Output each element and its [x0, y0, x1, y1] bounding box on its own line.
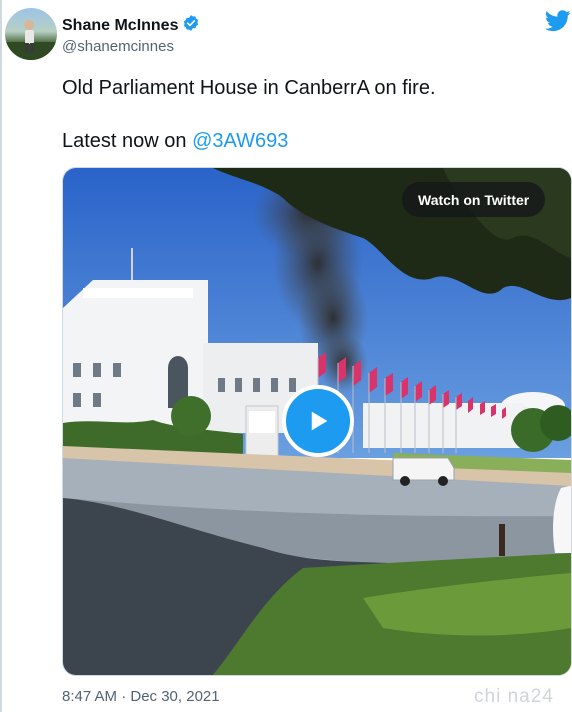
watch-on-twitter-button[interactable]: Watch on Twitter — [402, 182, 546, 217]
play-button[interactable] — [282, 385, 354, 457]
tweet-timestamp[interactable]: 8:47 AM · Dec 30, 2021 — [62, 688, 220, 705]
mention-link[interactable]: @3AW693 — [192, 130, 288, 152]
tweet-text: Old Parliament House in CanberrA on fire… — [62, 76, 436, 152]
thread-rule — [0, 0, 2, 712]
tweet-line-2: Latest now on @3AW693 — [62, 129, 288, 153]
avatar[interactable] — [5, 8, 57, 60]
author-handle[interactable]: @shanemcinnes — [62, 38, 174, 55]
author-display-name[interactable]: Shane McInnes — [62, 17, 178, 35]
tweet-line-2-prefix: Latest now on — [62, 130, 193, 152]
author-name-row[interactable]: Shane McInnes — [62, 14, 200, 37]
play-icon — [311, 411, 328, 431]
twitter-bird-icon[interactable] — [544, 10, 571, 32]
tweet-line-1: Old Parliament House in CanberrA on fire… — [62, 77, 436, 99]
video-player[interactable]: Watch on Twitter — [62, 167, 572, 676]
verified-badge-icon — [182, 14, 200, 37]
watermark: chi na24 — [474, 686, 554, 707]
